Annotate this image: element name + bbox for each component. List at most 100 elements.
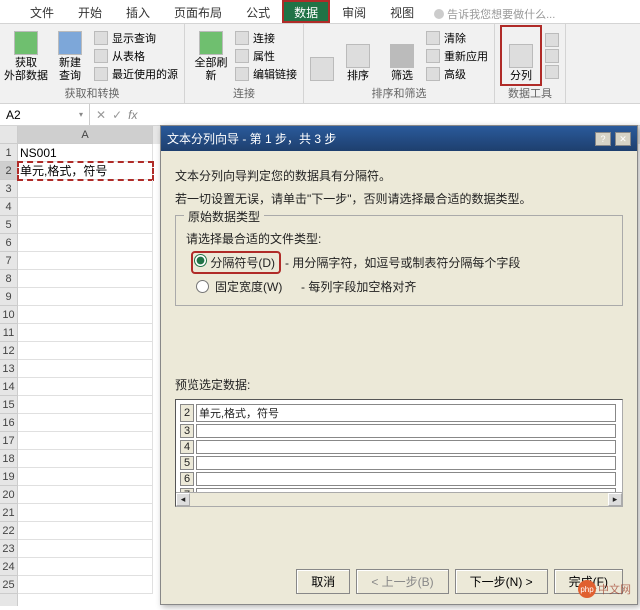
- tab-home[interactable]: 开始: [66, 0, 114, 23]
- tab-review[interactable]: 审阅: [330, 0, 378, 23]
- new-query-button[interactable]: 新建 查询: [50, 26, 90, 85]
- cancel-button[interactable]: 取消: [296, 569, 350, 594]
- cell-A13[interactable]: [18, 360, 153, 378]
- data-validation-icon: [545, 65, 559, 79]
- sort-asc-button[interactable]: [310, 26, 334, 85]
- show-queries-button[interactable]: 显示查询: [94, 30, 178, 46]
- advanced-icon: [426, 67, 440, 81]
- cell-A21[interactable]: [18, 504, 153, 522]
- cell-A8[interactable]: [18, 270, 153, 288]
- row-header-18[interactable]: 18: [0, 450, 17, 468]
- row-header-1[interactable]: 1: [0, 144, 17, 162]
- connections-button[interactable]: 连接: [235, 30, 297, 46]
- delimited-desc: - 用分隔字符，如逗号或制表符分隔每个字段: [285, 254, 520, 271]
- tab-data[interactable]: 数据: [282, 0, 330, 23]
- advanced-filter-button[interactable]: 高级: [426, 66, 488, 82]
- clear-filter-button[interactable]: 清除: [426, 30, 488, 46]
- row-header-11[interactable]: 11: [0, 324, 17, 342]
- row-header-10[interactable]: 10: [0, 306, 17, 324]
- cancel-formula-icon[interactable]: ✕: [96, 108, 106, 122]
- row-header-8[interactable]: 8: [0, 270, 17, 288]
- cell-A12[interactable]: [18, 342, 153, 360]
- cell-A9[interactable]: [18, 288, 153, 306]
- row-header-20[interactable]: 20: [0, 486, 17, 504]
- row-header-21[interactable]: 21: [0, 504, 17, 522]
- name-box[interactable]: A2: [0, 104, 90, 125]
- tab-layout[interactable]: 页面布局: [162, 0, 234, 23]
- row-header-6[interactable]: 6: [0, 234, 17, 252]
- tab-formulas[interactable]: 公式: [234, 0, 282, 23]
- flash-fill-button[interactable]: [545, 33, 559, 47]
- cell-A16[interactable]: [18, 414, 153, 432]
- properties-button[interactable]: 属性: [235, 48, 297, 64]
- help-button[interactable]: ?: [595, 132, 611, 146]
- row-header-13[interactable]: 13: [0, 360, 17, 378]
- sort-button[interactable]: 排序: [338, 26, 378, 85]
- row-header-17[interactable]: 17: [0, 432, 17, 450]
- filter-button[interactable]: 筛选: [382, 26, 422, 85]
- tell-me-input[interactable]: 告诉我您想要做什么...: [426, 0, 563, 23]
- row-header-4[interactable]: 4: [0, 198, 17, 216]
- text-to-columns-wizard-dialog: 文本分列向导 - 第 1 步，共 3 步 ? ✕ 文本分列向导判定您的数据具有分…: [160, 125, 638, 605]
- fx-icon[interactable]: fx: [128, 108, 137, 122]
- row-header-2[interactable]: 2: [0, 162, 17, 180]
- cell-A17[interactable]: [18, 432, 153, 450]
- dialog-titlebar[interactable]: 文本分列向导 - 第 1 步，共 3 步 ? ✕: [161, 126, 637, 151]
- close-button[interactable]: ✕: [615, 132, 631, 146]
- refresh-all-button[interactable]: 全部刷新: [191, 26, 231, 85]
- row-header-23[interactable]: 23: [0, 540, 17, 558]
- row-header-14[interactable]: 14: [0, 378, 17, 396]
- cell-A1[interactable]: NS001: [18, 144, 153, 162]
- row-header-19[interactable]: 19: [0, 468, 17, 486]
- cell-A15[interactable]: [18, 396, 153, 414]
- cell-A23[interactable]: [18, 540, 153, 558]
- remove-dup-button[interactable]: [545, 49, 559, 63]
- row-header-7[interactable]: 7: [0, 252, 17, 270]
- row-header-3[interactable]: 3: [0, 180, 17, 198]
- row-header-16[interactable]: 16: [0, 414, 17, 432]
- row-header-12[interactable]: 12: [0, 342, 17, 360]
- cell-A3[interactable]: [18, 180, 153, 198]
- recent-sources-button[interactable]: 最近使用的源: [94, 66, 178, 82]
- column-header-A[interactable]: A: [18, 126, 153, 144]
- row-header-24[interactable]: 24: [0, 558, 17, 576]
- cell-A20[interactable]: [18, 486, 153, 504]
- cell-A19[interactable]: [18, 468, 153, 486]
- data-validation-button[interactable]: [545, 65, 559, 79]
- get-external-data-button[interactable]: 获取 外部数据: [6, 26, 46, 85]
- tab-file[interactable]: 文件: [18, 0, 66, 23]
- cell-A10[interactable]: [18, 306, 153, 324]
- scroll-left-icon[interactable]: ◂: [176, 493, 190, 506]
- row-header-15[interactable]: 15: [0, 396, 17, 414]
- reapply-button[interactable]: 重新应用: [426, 48, 488, 64]
- row-header-22[interactable]: 22: [0, 522, 17, 540]
- preview-scrollbar[interactable]: ◂ ▸: [176, 492, 622, 506]
- from-table-button[interactable]: 从表格: [94, 48, 178, 64]
- cell-A22[interactable]: [18, 522, 153, 540]
- tab-insert[interactable]: 插入: [114, 0, 162, 23]
- cell-A14[interactable]: [18, 378, 153, 396]
- cell-A2[interactable]: 单元,格式，符号: [18, 162, 153, 180]
- scroll-right-icon[interactable]: ▸: [608, 493, 622, 506]
- row-header-9[interactable]: 9: [0, 288, 17, 306]
- delimited-radio[interactable]: [194, 254, 207, 267]
- tab-view[interactable]: 视图: [378, 0, 426, 23]
- cell-A5[interactable]: [18, 216, 153, 234]
- cell-A24[interactable]: [18, 558, 153, 576]
- flash-fill-icon: [545, 33, 559, 47]
- confirm-formula-icon[interactable]: ✓: [112, 108, 122, 122]
- cell-A18[interactable]: [18, 450, 153, 468]
- cell-A25[interactable]: [18, 576, 153, 594]
- select-all-corner[interactable]: [0, 126, 17, 144]
- edit-links-button[interactable]: 编辑链接: [235, 66, 297, 82]
- cell-A11[interactable]: [18, 324, 153, 342]
- back-button[interactable]: < 上一步(B): [356, 569, 448, 594]
- fixed-width-radio[interactable]: [196, 280, 209, 293]
- cell-A4[interactable]: [18, 198, 153, 216]
- next-button[interactable]: 下一步(N) >: [455, 569, 548, 594]
- text-to-columns-button[interactable]: 分列: [501, 26, 541, 85]
- cell-A7[interactable]: [18, 252, 153, 270]
- cell-A6[interactable]: [18, 234, 153, 252]
- row-header-5[interactable]: 5: [0, 216, 17, 234]
- row-header-25[interactable]: 25: [0, 576, 17, 594]
